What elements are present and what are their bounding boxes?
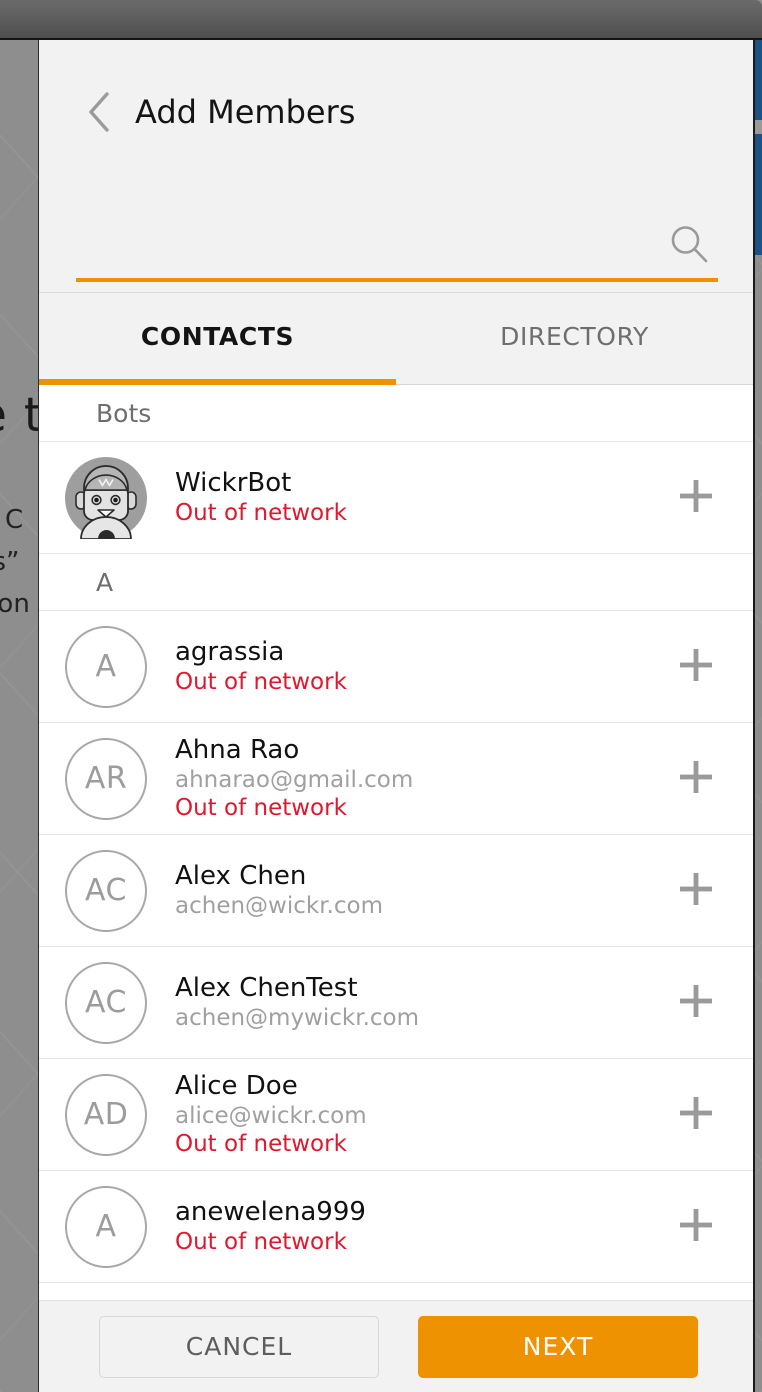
search-underline — [76, 278, 718, 282]
avatar: A — [65, 625, 147, 708]
contact-details: Ahna Rao ahnarao@gmail.com Out of network — [175, 735, 653, 822]
contact-status: Out of network — [175, 668, 347, 695]
contact-status: Out of network — [175, 499, 347, 526]
contact-name: Alex Chen — [175, 861, 307, 892]
avatar: AD — [65, 1073, 147, 1156]
contact-row[interactable]: AR Ahna Rao ahnarao@gmail.com Out of networ… — [39, 723, 753, 835]
contact-email: ahnarao@gmail.com — [175, 766, 414, 793]
backdrop-text-line-2: ns” — [0, 547, 20, 577]
tab-contacts[interactable]: CONTACTS — [39, 293, 396, 385]
contact-email: achen@wickr.com — [175, 892, 383, 919]
contact-status: Out of network — [175, 1228, 347, 1255]
contact-name: agrassia — [175, 637, 285, 668]
contact-row[interactable]: AC Alex ChenTest achen@mywickr.com — [39, 947, 753, 1059]
contact-row[interactable]: Aanewelena999 Out of network — [39, 1171, 753, 1283]
avatar: AC — [65, 849, 147, 932]
next-button[interactable]: NEXT — [418, 1315, 698, 1378]
section-header: A — [39, 554, 753, 611]
add-contact-button[interactable] — [653, 848, 739, 934]
contact-row[interactable]: AC Alex Chen achen@wickr.com — [39, 835, 753, 947]
contact-details: Alice Doe alice@wickr.com Out of network — [175, 1071, 653, 1158]
contact-details: Alex Chen achen@wickr.com — [175, 861, 653, 920]
tab-directory[interactable]: DIRECTORY — [396, 293, 753, 384]
add-contact-button[interactable] — [653, 960, 739, 1046]
contact-name: WickrBot — [175, 468, 292, 499]
backdrop-text-line-3: tion — [0, 589, 30, 619]
tab-contacts-label: CONTACTS — [140, 322, 295, 351]
contact-details: anewelena999 Out of network — [175, 1197, 653, 1256]
plus-icon — [675, 756, 717, 802]
contact-row[interactable]: Aagrassia Out of network — [39, 611, 753, 723]
window-titlebar — [0, 0, 762, 40]
avatar: AR — [65, 737, 147, 820]
contact-status: Out of network — [175, 1130, 347, 1157]
chevron-left-icon — [86, 91, 112, 133]
contact-status: Out of network — [175, 794, 347, 821]
search-icon[interactable] — [666, 221, 712, 267]
avatar: A — [65, 1185, 147, 1268]
contact-name: anewelena999 — [175, 1197, 366, 1228]
search-row — [76, 215, 718, 277]
contact-name: Alex ChenTest — [175, 973, 358, 1004]
page-title: Add Members — [135, 93, 356, 131]
contact-row[interactable]: WickrBot Out of network — [39, 442, 753, 554]
plus-icon — [675, 980, 717, 1026]
add-contact-button[interactable] — [653, 736, 739, 822]
backdrop-text-line-1: r C — [0, 505, 24, 535]
tab-bar: CONTACTS DIRECTORY — [39, 293, 753, 385]
contact-name: Ahna Rao — [175, 735, 300, 766]
add-members-dialog: Add Members CONTACTS DIRECTORY Bots Wickr… — [38, 40, 755, 1392]
contact-row[interactable]: AD Alice Doe alice@wickr.com Out of network — [39, 1059, 753, 1171]
back-button[interactable] — [77, 90, 121, 134]
bot-avatar — [65, 456, 147, 539]
contact-details: agrassia Out of network — [175, 637, 653, 696]
backdrop-gray-accent — [754, 120, 762, 134]
cancel-button[interactable]: CANCEL — [99, 1315, 379, 1378]
contact-email: alice@wickr.com — [175, 1102, 367, 1129]
search-input[interactable] — [76, 215, 676, 273]
add-contact-button[interactable] — [653, 1072, 739, 1158]
backdrop-text-heading: e t — [0, 388, 44, 443]
contact-details: WickrBot Out of network — [175, 468, 653, 527]
dialog-header: Add Members — [39, 40, 753, 293]
tab-directory-label: DIRECTORY — [500, 322, 649, 351]
add-contact-button[interactable] — [653, 624, 739, 710]
contact-name: Alice Doe — [175, 1071, 298, 1102]
contact-list[interactable]: Bots WickrBot Out of network A Aagrassia Out … — [39, 385, 753, 1300]
add-contact-button[interactable] — [653, 1184, 739, 1270]
contact-details: Alex ChenTest achen@mywickr.com — [175, 973, 653, 1032]
plus-icon — [675, 475, 717, 521]
plus-icon — [675, 644, 717, 690]
avatar: AC — [65, 961, 147, 1044]
dialog-footer: CANCEL NEXT — [39, 1300, 753, 1392]
plus-icon — [675, 868, 717, 914]
plus-icon — [675, 1204, 717, 1250]
section-header: Bots — [39, 385, 753, 442]
backdrop-blue-accent — [754, 40, 762, 255]
plus-icon — [675, 1092, 717, 1138]
contact-email: achen@mywickr.com — [175, 1004, 420, 1031]
add-contact-button[interactable] — [653, 455, 739, 541]
